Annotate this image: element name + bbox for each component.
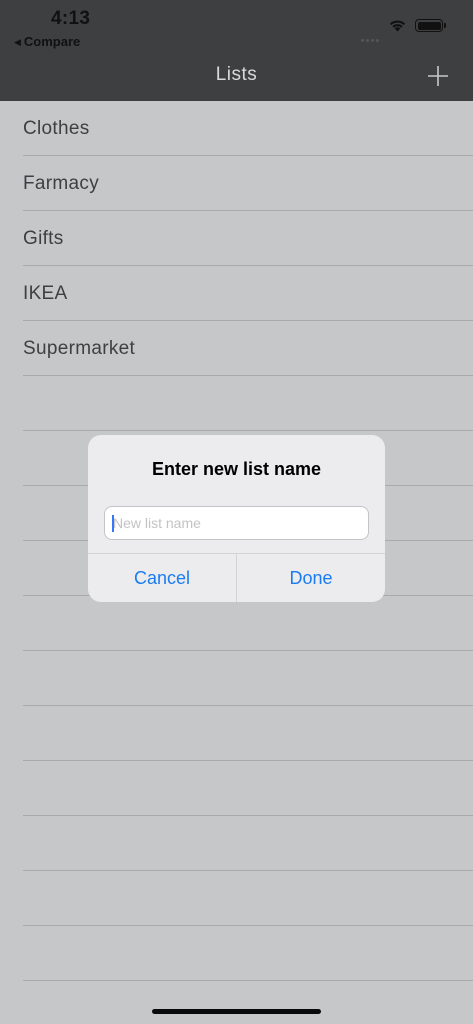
empty-row: [23, 706, 473, 761]
empty-row: [23, 596, 473, 651]
empty-row: [23, 376, 473, 431]
new-list-alert: Enter new list name Cancel Done: [88, 435, 385, 602]
back-app-label: Compare: [23, 34, 81, 49]
list-item-label: Farmacy: [23, 173, 99, 194]
list-item-label: Gifts: [23, 228, 64, 249]
list-item[interactable]: Clothes: [23, 101, 473, 156]
status-time: 4:13: [51, 8, 91, 29]
cancel-button[interactable]: Cancel: [88, 554, 237, 602]
list-item[interactable]: IKEA: [23, 266, 473, 321]
list-item[interactable]: Supermarket: [23, 321, 473, 376]
text-cursor: [112, 515, 114, 532]
back-arrow-icon: ◀: [14, 37, 21, 47]
wifi-icon: [389, 20, 406, 32]
done-button[interactable]: Done: [237, 554, 385, 602]
empty-row: [23, 926, 473, 981]
cellular-signal-icon: [361, 29, 383, 42]
list-item-label: IKEA: [23, 283, 68, 304]
back-to-app-link[interactable]: ◀ Compare: [14, 34, 80, 49]
alert-title: Enter new list name: [151, 459, 322, 479]
empty-row: [23, 761, 473, 816]
add-list-button[interactable]: [426, 64, 450, 88]
empty-row: [23, 871, 473, 926]
list-item[interactable]: Gifts: [23, 211, 473, 266]
list-name-input[interactable]: [104, 506, 369, 540]
navigation-header: 4:13 ◀ Compare Lists: [0, 0, 473, 101]
empty-row: [23, 651, 473, 706]
alert-actions: Cancel Done: [88, 553, 385, 602]
battery-icon: [415, 19, 446, 32]
list-item-label: Clothes: [23, 118, 90, 139]
page-title: Lists: [215, 64, 258, 85]
list-item[interactable]: Farmacy: [23, 156, 473, 211]
home-indicator[interactable]: [152, 1009, 321, 1014]
empty-row: [23, 816, 473, 871]
list-item-label: Supermarket: [23, 338, 136, 359]
